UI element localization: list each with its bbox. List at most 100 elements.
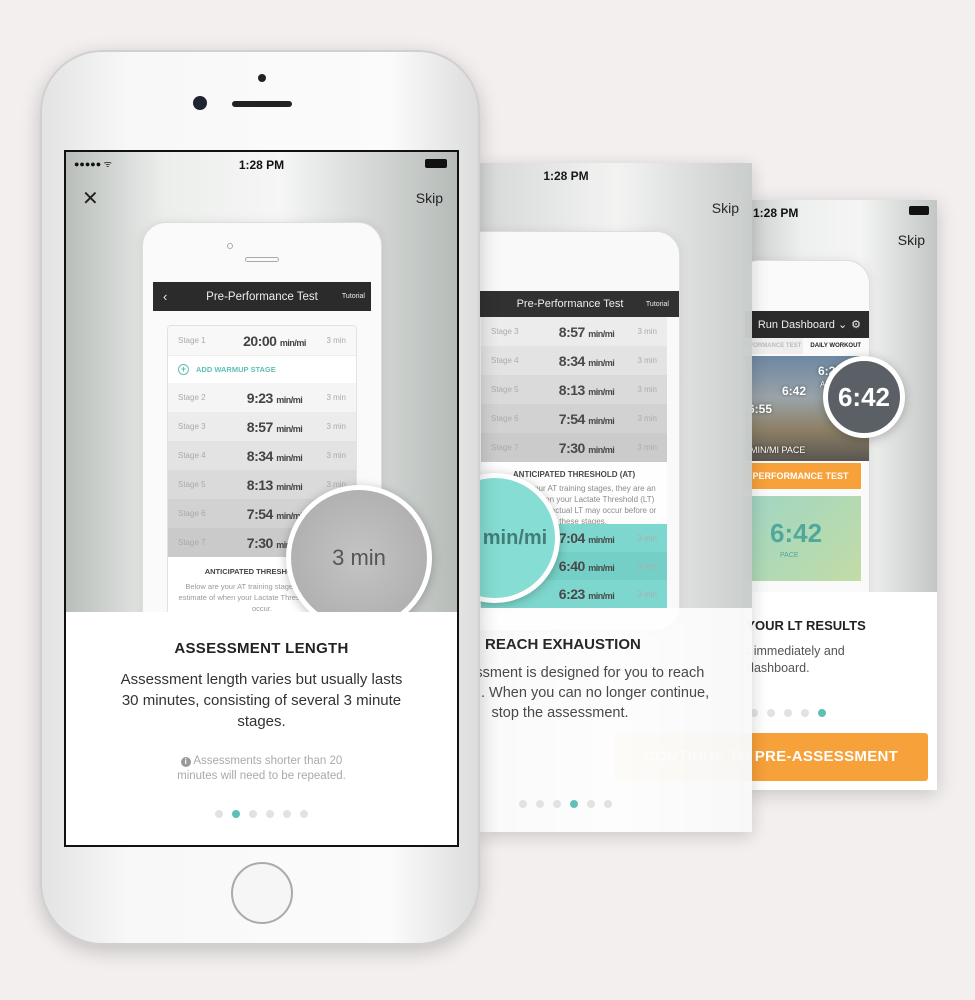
slide-title: GET YOUR LT RESULTS bbox=[745, 618, 866, 633]
stage-label: Stage 1 bbox=[178, 336, 206, 345]
mini-title: Run Dashboard bbox=[757, 318, 835, 331]
stage-row[interactable]: Stage 4 8:34 min/mi 3 min bbox=[481, 346, 667, 375]
unit: min/mi bbox=[588, 535, 615, 545]
magnifier-pace: 6:42 bbox=[823, 356, 905, 438]
length: 3 min bbox=[326, 336, 346, 345]
sensor bbox=[258, 74, 266, 82]
tab-performance-test[interactable]: PERFORMANCE TEST bbox=[745, 338, 803, 354]
stage-row[interactable]: Stage 7 7:30 min/mi 3 min bbox=[481, 433, 667, 462]
stage-label: Stage 7 bbox=[178, 538, 206, 547]
close-icon[interactable]: ✕ bbox=[82, 186, 99, 211]
pace: 6:40 bbox=[558, 558, 586, 574]
home-button[interactable] bbox=[231, 862, 293, 924]
unit: min/mi bbox=[588, 328, 615, 339]
length: 3 min bbox=[326, 422, 346, 431]
pace: 7:04 bbox=[558, 530, 586, 546]
page-dots[interactable] bbox=[215, 810, 308, 818]
unit: min/mi bbox=[588, 386, 615, 397]
unit: min/mi bbox=[276, 481, 303, 492]
battery-icon bbox=[909, 206, 929, 215]
stage-row[interactable]: Stage 1 20:00 min/mi 3 min bbox=[168, 326, 356, 355]
stage-label: Stage 3 bbox=[491, 327, 519, 336]
camera bbox=[193, 96, 207, 110]
pace-label: MIN/MI PACE bbox=[750, 445, 806, 455]
pace: 7:30 bbox=[558, 439, 586, 456]
length: 3 min bbox=[637, 443, 657, 452]
tab-daily-workout[interactable]: DAILY WORKOUT bbox=[803, 338, 870, 354]
magnifier-text: min/mi bbox=[482, 526, 548, 549]
stage-label: Stage 3 bbox=[178, 422, 206, 431]
length: 3 min bbox=[326, 451, 346, 460]
pace: 8:57 bbox=[558, 323, 586, 340]
pace: 20:00 bbox=[243, 332, 277, 349]
pace: 9:23 bbox=[246, 389, 274, 406]
magnifier-text: 3 min bbox=[332, 545, 386, 570]
pace: 8:34 bbox=[558, 352, 586, 369]
card-label: PACE bbox=[780, 552, 799, 559]
page-dots[interactable] bbox=[519, 800, 612, 808]
tutorial-link[interactable]: Tutorial bbox=[342, 293, 365, 300]
pace-card: 6:42 PACE bbox=[745, 496, 861, 581]
unit: min/mi bbox=[588, 591, 615, 601]
stage-label: Stage 4 bbox=[178, 451, 206, 460]
unit: min/mi bbox=[588, 415, 615, 426]
length: 3 min bbox=[637, 385, 657, 394]
slide-body: LT results are calculated immediately an… bbox=[745, 644, 845, 675]
slide-title: REACH EXHAUSTION bbox=[485, 636, 641, 653]
add-warmup-button[interactable]: + ADD WARMUP STAGE bbox=[168, 355, 356, 383]
stage-label: Stage 6 bbox=[491, 414, 519, 423]
length: 3 min bbox=[326, 393, 346, 402]
stage-row[interactable]: Stage 3 8:57 min/mi 3 min bbox=[481, 317, 667, 346]
length: 3 min bbox=[637, 589, 657, 599]
stage-label: Stage 6 bbox=[178, 509, 206, 518]
stage-label: Stage 5 bbox=[491, 385, 519, 394]
stage-label: Stage 2 bbox=[178, 393, 206, 402]
stage-label: Stage 5 bbox=[178, 480, 206, 489]
status-time: 1:28 PM bbox=[543, 169, 589, 183]
stage-row[interactable]: Stage 5 8:13 min/mi 3 min bbox=[481, 375, 667, 404]
stage-row[interactable]: Stage 6 7:54 min/mi 3 min bbox=[481, 404, 667, 433]
note-text: Assessments shorter than 20 minutes will… bbox=[177, 755, 346, 782]
battery-icon bbox=[425, 159, 447, 168]
plus-circle-icon: + bbox=[178, 364, 189, 375]
pace: 7:54 bbox=[558, 410, 586, 427]
slide-body: Assessment length varies but usually las… bbox=[120, 671, 403, 730]
performance-test-button[interactable]: PERFORMANCE TEST bbox=[745, 463, 861, 489]
stage-row[interactable]: Stage 4 8:34 min/mi 3 min bbox=[168, 441, 356, 470]
unit: min/mi bbox=[279, 337, 307, 348]
pace: 8:34 bbox=[246, 447, 274, 464]
magnifier-stage-length: 3 min bbox=[286, 485, 432, 631]
speaker bbox=[232, 101, 292, 107]
stage-row[interactable]: Stage 3 8:57 min/mi 3 min bbox=[168, 412, 356, 441]
skip-button[interactable]: Skip bbox=[898, 232, 925, 248]
magnifier-text: 6:42 bbox=[837, 381, 891, 412]
slide-title: ASSESSMENT LENGTH bbox=[174, 640, 349, 657]
card-value: 6:42 bbox=[770, 518, 823, 548]
back-icon[interactable]: ‹ bbox=[163, 289, 167, 304]
pace: 8:57 bbox=[246, 418, 274, 435]
screen-lt-results: 1:28 PM Skip Run Dashboard ⌄⚙ PERFORMANC… bbox=[745, 200, 937, 790]
skip-button[interactable]: Skip bbox=[712, 200, 739, 216]
status-time: 1:28 PM bbox=[238, 158, 285, 172]
note: i Assessments shorter than 20 minutes wi… bbox=[162, 754, 362, 784]
add-warmup-label: ADD WARMUP STAGE bbox=[196, 365, 276, 374]
slide-body: The assessment is designed for you to re… bbox=[480, 665, 710, 721]
pace: 7:54 bbox=[246, 505, 274, 522]
tutorial-link[interactable]: Tutorial bbox=[646, 301, 669, 308]
info-icon: i bbox=[180, 757, 191, 767]
page-dots[interactable] bbox=[750, 709, 826, 717]
length: 3 min bbox=[637, 533, 657, 543]
mini-title: Pre-Performance Test bbox=[206, 290, 318, 303]
stage-label: Stage 4 bbox=[491, 356, 519, 365]
gear-icon: ⚙ bbox=[851, 319, 861, 331]
length: 3 min bbox=[637, 356, 657, 365]
pace: 8:13 bbox=[558, 381, 586, 398]
stage-row[interactable]: Stage 2 9:23 min/mi 3 min bbox=[168, 383, 356, 412]
mini-title: Pre-Performance Test bbox=[516, 298, 624, 310]
screen-assessment-length: ●●●●● ᯤ 1:28 PM ✕ Skip ‹ Pre-Performance … bbox=[64, 150, 459, 847]
unit: min/mi bbox=[276, 423, 303, 434]
pace: 7:30 bbox=[246, 534, 274, 551]
skip-button[interactable]: Skip bbox=[416, 190, 443, 206]
point-label: 6:42 bbox=[782, 384, 807, 398]
unit: min/mi bbox=[588, 444, 615, 455]
